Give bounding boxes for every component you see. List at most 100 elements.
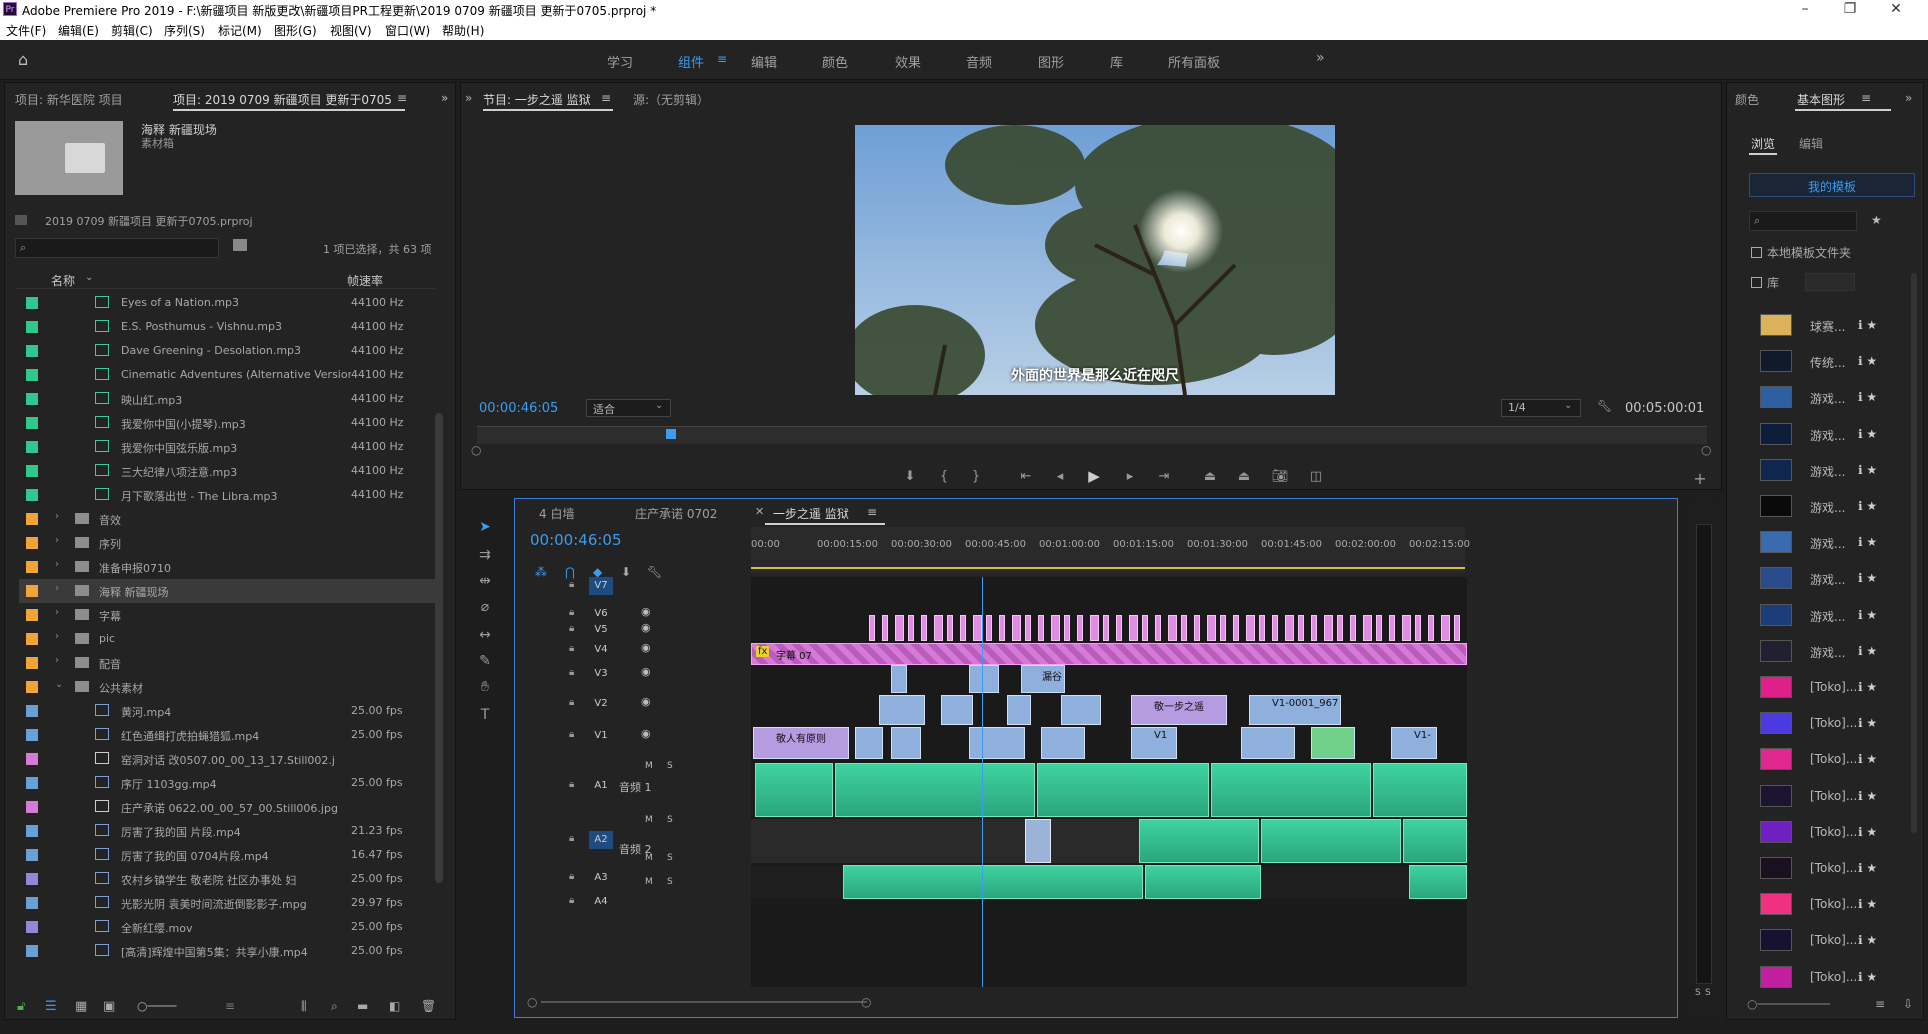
tab-sequence-white-wall[interactable]: 4 白墙 [539,505,574,522]
label-color-swatch[interactable] [26,633,38,645]
template-info-star-icon[interactable]: ℹ ★ [1858,427,1877,441]
video-clip[interactable]: V1- [1391,727,1437,759]
disclosure-icon[interactable]: ⌄ [55,679,63,690]
library-checkbox[interactable] [1751,277,1762,288]
wrench-icon[interactable]: 🔧︎ [1597,399,1612,413]
type-tool-icon[interactable]: T [476,706,494,724]
subtitle-clip[interactable] [1194,615,1200,641]
close-icon[interactable]: ✕ [1876,0,1916,20]
tab-essential-graphics[interactable]: 基本图形 [1797,91,1845,108]
audio-clip[interactable] [1409,865,1467,899]
project-item[interactable]: 红色通缉打虎拍蝇猎狐.mp4 25.00 fps [19,723,439,747]
toggle-visibility-icon[interactable]: ◉ [641,695,651,708]
label-color-swatch[interactable] [26,657,38,669]
track-lock-icon[interactable]: 🔒︎ [569,579,574,590]
template-info-star-icon[interactable]: ℹ ★ [1858,789,1877,803]
subtitle-clip[interactable] [960,615,966,641]
workspace-libraries[interactable]: 库 [1110,52,1123,71]
go-to-out-icon[interactable]: ⇥ [1155,469,1173,484]
column-framerate[interactable]: 帧速率 [347,272,383,289]
go-to-in-icon[interactable]: ⇤ [1017,469,1035,484]
subtitle-clip[interactable] [1051,615,1060,641]
comparison-view-icon[interactable]: ◫ [1307,469,1325,484]
label-color-swatch[interactable] [26,753,38,765]
program-timecode[interactable]: 00:00:46:05 [479,401,558,416]
video-clip[interactable] [891,727,921,759]
graphics-template-item[interactable]: 游戏... ℹ ★ [1760,458,1880,483]
search-input[interactable]: ⌕ [15,238,219,258]
mute-button[interactable]: M [645,877,653,887]
audio-clip[interactable] [1025,819,1051,863]
template-search-input[interactable]: ⌕ [1749,211,1857,231]
track-lock-icon[interactable]: 🔒︎ [569,895,574,906]
track-select-icon[interactable]: ⇉ [476,546,494,564]
solo-left[interactable]: S [1695,988,1701,998]
tab-lumetri-color[interactable]: 颜色 [1735,91,1759,108]
subtitle-clip[interactable] [1220,615,1226,641]
sort-chevron-icon[interactable]: ⌄ [85,272,93,283]
tab-sequence-promise[interactable]: 庄产承诺 0702 [635,505,717,522]
subtitle-clip[interactable] [895,615,904,641]
project-item[interactable]: 映山红.mp3 44100 Hz [19,387,439,411]
clip-v3[interactable] [969,665,999,693]
freeform-view-icon[interactable]: ▣ [103,999,115,1014]
subtitle-clip[interactable] [1272,615,1278,641]
panel-menu-icon[interactable]: ≡ [397,91,407,105]
template-info-star-icon[interactable]: ℹ ★ [1858,608,1877,622]
project-item[interactable]: 三大纪律八项注意.mp3 44100 Hz [19,459,439,483]
bin-item[interactable]: › 序列 [19,531,439,555]
subtitle-clip[interactable] [1324,615,1333,641]
install-template-icon[interactable]: ⇩ [1903,997,1913,1011]
resolution-dropdown[interactable]: 1/4 ⌄ [1501,399,1581,417]
graphics-template-item[interactable]: 游戏... ℹ ★ [1760,603,1880,628]
subtitle-clip[interactable] [869,615,875,641]
label-color-swatch[interactable] [26,537,38,549]
list-view-icon[interactable]: ≡ [1875,997,1885,1011]
track-lock-icon[interactable]: 🔒︎ [569,833,574,844]
subtitle-clip[interactable] [1298,615,1304,641]
project-item[interactable]: 农村乡镇学生 敬老院 社区办事处 妇 25.00 fps [19,867,439,891]
track-target-v2[interactable]: V2 [589,695,613,713]
template-info-star-icon[interactable]: ℹ ★ [1858,644,1877,658]
timeline-hscroll[interactable]: ○ ○ [527,995,1667,1009]
menu-view[interactable]: 视图(V) [330,22,372,39]
menu-edit[interactable]: 编辑(E) [58,22,99,39]
library-dropdown[interactable] [1805,273,1855,291]
subtitle-clip[interactable] [1311,615,1317,641]
project-scrollbar[interactable] [435,413,443,883]
project-item[interactable]: [高清]辉煌中国第5集：共享小康.mp4 25.00 fps [19,939,439,963]
track-target-a4[interactable]: A4 [589,893,613,911]
subtitle-clip[interactable] [1012,615,1021,641]
subtitle-clip[interactable] [1181,615,1187,641]
extract-icon[interactable]: ⏏ [1235,469,1253,484]
subtitle-clip[interactable] [1285,615,1294,641]
subtitle-clip[interactable] [947,615,953,641]
clip-v3[interactable] [891,665,907,693]
label-color-swatch[interactable] [26,681,38,693]
template-scrollbar[interactable] [1911,273,1917,833]
workspace-editing[interactable]: 编辑 [751,52,777,71]
panel-expand-icon[interactable]: » [1905,91,1912,105]
label-color-swatch[interactable] [26,873,38,885]
graphics-template-item[interactable]: [Toko]... ℹ ★ [1760,893,1880,917]
fit-dropdown[interactable]: 适合 ⌄ [586,399,671,417]
subtitle-clip[interactable] [1142,615,1148,641]
zoom-slider[interactable]: ○────────── [1747,997,1830,1011]
mark-out-icon[interactable]: } [967,469,985,484]
workspace-audio[interactable]: 音频 [966,52,992,71]
tab-browse[interactable]: 浏览 [1751,135,1775,152]
add-marker-icon[interactable]: ⬇ [901,469,919,484]
razor-icon[interactable]: ⌀ [476,598,494,616]
program-menu-icon[interactable]: ≡ [601,91,611,105]
tab-project-xinhua[interactable]: 项目: 新华医院 项目 [15,91,123,108]
subtitle-clip[interactable] [1064,615,1070,641]
solo-right[interactable]: S [1705,988,1711,998]
subtitle-clip[interactable] [1337,615,1343,641]
label-color-swatch[interactable] [26,441,38,453]
subtitle-clip[interactable] [1233,615,1239,641]
label-color-swatch[interactable] [26,945,38,957]
label-color-swatch[interactable] [26,777,38,789]
template-info-star-icon[interactable]: ℹ ★ [1858,463,1877,477]
project-item[interactable]: 我爱你中国弦乐版.mp3 44100 Hz [19,435,439,459]
timeline-playhead[interactable] [982,577,983,987]
